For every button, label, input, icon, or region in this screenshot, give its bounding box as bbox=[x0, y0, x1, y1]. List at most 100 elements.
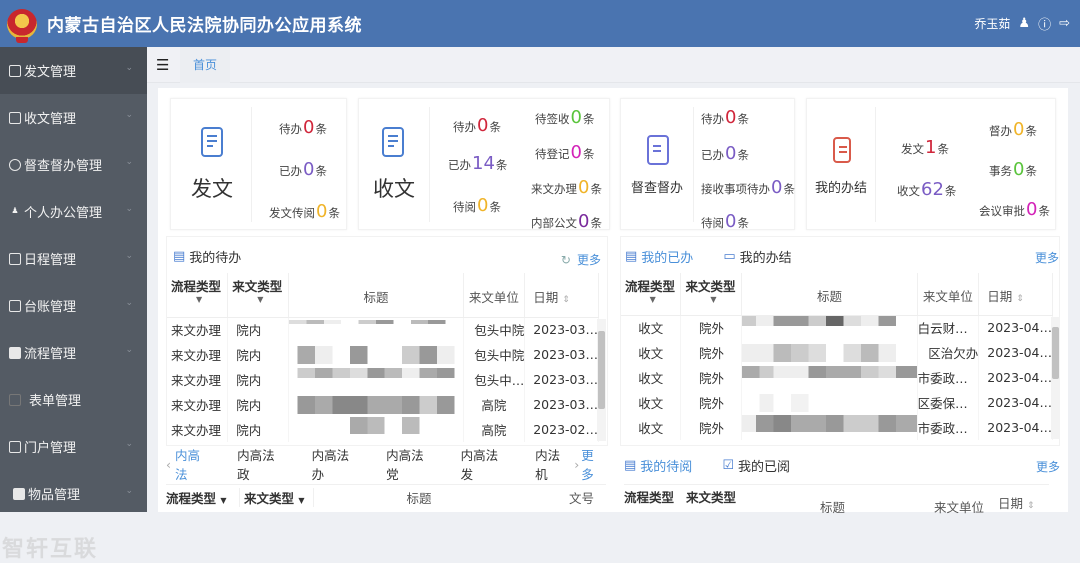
card-ducha[interactable]: 督查督办 待办0条 已办0条 接收事项待办0条 待阅0条 bbox=[620, 98, 795, 230]
more-link[interactable]: 更多 bbox=[1036, 458, 1060, 475]
redacted-title bbox=[288, 367, 464, 392]
chevron-down-icon: ⌄ bbox=[125, 110, 133, 120]
col-unit: 来文单位 bbox=[917, 273, 980, 316]
tab-my-done[interactable]: 我的已办 bbox=[641, 247, 693, 266]
table-row[interactable]: 来文办理 院内 包头中院 2023-03… bbox=[167, 342, 599, 367]
table-row[interactable]: 收文 院外 市委政… 2023-04… bbox=[621, 365, 1053, 390]
refresh-icon[interactable]: ↻ bbox=[561, 253, 571, 267]
stat-done[interactable]: 已办14条 bbox=[448, 153, 507, 174]
stat-to-read[interactable]: 待阅0条 bbox=[701, 211, 749, 229]
stat-done[interactable]: 已办0条 bbox=[279, 159, 327, 180]
card-title: 发文 bbox=[191, 177, 233, 201]
panel-todo: ▤ 我的待办 ↻ 更多 流程类型 ▼ 来文类型 ▼ 标题 来文单位 日期 ⇕ 来文办理院… bbox=[166, 236, 608, 446]
sidebar-item-portal[interactable]: 门户管理 ⌄ bbox=[0, 423, 147, 470]
col-title: 标题 bbox=[288, 273, 464, 318]
stat-affairs[interactable]: 事务0条 bbox=[989, 159, 1037, 180]
watermark: 智轩互联 bbox=[2, 537, 99, 562]
table-row[interactable]: 来文办理 院内 高院 2023-03… bbox=[167, 392, 599, 417]
more-link[interactable]: ↻ 更多 bbox=[561, 251, 601, 268]
col-date[interactable]: 日期 ⇕ bbox=[978, 273, 1053, 316]
stat-to-sign[interactable]: 待签收0条 bbox=[535, 107, 594, 128]
stat-duban[interactable]: 督办0条 bbox=[989, 119, 1037, 140]
inbox-icon bbox=[9, 111, 21, 124]
tab-next-icon[interactable]: › bbox=[574, 457, 579, 472]
stat-to-register[interactable]: 待登记0条 bbox=[535, 142, 594, 163]
table-row[interactable]: 收文 院外 区治欠办 2023-04… bbox=[621, 340, 1053, 365]
sidebar-item-goods[interactable]: 物品管理 ⌄ bbox=[0, 470, 147, 517]
col-flow-type[interactable]: 流程类型 ▼ bbox=[166, 488, 240, 507]
col-unit: 来文单位 bbox=[463, 273, 526, 318]
stat-incoming[interactable]: 来文办理0条 bbox=[531, 177, 602, 198]
more-link[interactable]: 更多 bbox=[581, 445, 606, 483]
stat-to-read[interactable]: 待阅0条 bbox=[453, 195, 501, 216]
user-icon[interactable]: ♟ bbox=[1018, 16, 1030, 31]
col-unit: 来文单位 bbox=[934, 500, 985, 515]
scrollbar[interactable] bbox=[597, 319, 606, 441]
table-row[interactable]: 来文办理 院内 包头中… 2023-03… bbox=[167, 367, 599, 392]
col-flow-type[interactable]: 流程类型 ▼ bbox=[167, 273, 229, 318]
stat-shouwen[interactable]: 收文62条 bbox=[897, 179, 956, 200]
tab-neigaofaban[interactable]: 内高法办 bbox=[312, 445, 362, 483]
form-icon bbox=[9, 393, 21, 406]
table-row[interactable]: 来文办理 院内 高院 2023-02… bbox=[167, 417, 599, 442]
stat-internal[interactable]: 内部公文0条 bbox=[531, 211, 602, 229]
col-flow-type[interactable]: 流程类型 ▼ bbox=[621, 273, 682, 316]
stat-meeting[interactable]: 会议审批0条 bbox=[979, 199, 1050, 220]
stat-pending[interactable]: 待办0条 bbox=[701, 107, 749, 128]
redacted-title bbox=[288, 417, 464, 442]
stat-circulate[interactable]: 发文传阅0条 bbox=[269, 201, 340, 222]
user-name[interactable]: 乔玉茹 bbox=[974, 15, 1010, 32]
table-row[interactable]: 收文 院外 市委政… 2023-04… bbox=[621, 415, 1053, 440]
sidebar-item-ducha[interactable]: 督查督办管理 ⌄ bbox=[0, 141, 147, 188]
sidebar-item-personal[interactable]: ♟ 个人办公管理 ⌄ bbox=[0, 188, 147, 235]
col-doc-type[interactable]: 来文类型 ▼ bbox=[227, 273, 290, 318]
col-doc-number: 文号 bbox=[568, 491, 594, 506]
chevron-down-icon: ⌄ bbox=[125, 439, 133, 449]
more-link[interactable]: 更多 bbox=[1035, 249, 1059, 266]
scrollbar[interactable] bbox=[1051, 317, 1060, 439]
sidebar-item-form[interactable]: 表单管理 bbox=[0, 376, 147, 423]
col-doc-type[interactable]: 来文类型 ▼ bbox=[240, 488, 314, 507]
col-doc-type[interactable]: 来文类型 ▼ bbox=[680, 273, 743, 316]
stat-pending[interactable]: 待办0条 bbox=[279, 117, 327, 138]
table-row[interactable]: 收文 院外 白云财… 2023-04… bbox=[621, 315, 1053, 340]
menu-toggle-icon[interactable]: ☰ bbox=[156, 56, 169, 74]
col-doc-type[interactable]: 来文类型 bbox=[686, 487, 736, 506]
ledger-icon bbox=[9, 299, 21, 312]
card-shouwen[interactable]: 收文 待办0条 已办14条 待阅0条 待签收0条 待登记0条 来文办理0条 内部… bbox=[358, 98, 610, 230]
chevron-down-icon: ⌄ bbox=[125, 63, 133, 73]
tab-home[interactable]: 首页 bbox=[180, 46, 231, 83]
tab-my-read[interactable]: 我的已阅 bbox=[738, 456, 790, 475]
info-icon[interactable]: ⓘ bbox=[1038, 14, 1051, 33]
col-date[interactable]: 日期 ⇕ bbox=[998, 493, 1035, 512]
sidebar-item-fawen[interactable]: 发文管理 ⌄ bbox=[0, 47, 147, 94]
col-flow-type[interactable]: 流程类型 bbox=[624, 487, 674, 506]
col-date[interactable]: 日期 ⇕ bbox=[524, 273, 599, 318]
card-fawen[interactable]: 发文 待办0条 已办0条 发文传阅0条 bbox=[170, 98, 347, 230]
tab-neifaji[interactable]: 内法机 bbox=[535, 445, 572, 483]
tab-neigaofafa[interactable]: 内高法发 bbox=[461, 445, 511, 483]
sidebar-item-flow[interactable]: 流程管理 ⌄ bbox=[0, 329, 147, 376]
tab-neigaofa[interactable]: 内高法 bbox=[175, 445, 212, 483]
sidebar-item-schedule[interactable]: 日程管理 ⌄ bbox=[0, 235, 147, 282]
stat-fawen[interactable]: 发文1条 bbox=[901, 137, 949, 158]
sidebar-item-shouwen[interactable]: 收文管理 ⌄ bbox=[0, 94, 147, 141]
logout-icon[interactable]: ⇨ bbox=[1059, 16, 1070, 31]
redacted-title bbox=[741, 365, 918, 390]
table-row[interactable]: 来文办理 院内 包头中院 2023-03… bbox=[167, 317, 599, 342]
card-title: 我的办结 bbox=[815, 181, 868, 196]
tab-neigaofazheng[interactable]: 内高法政 bbox=[237, 445, 287, 483]
tab-prev-icon[interactable]: ‹ bbox=[166, 457, 171, 472]
app-header: 内蒙古自治区人民法院协同办公应用系统 乔玉茹 ♟ ⓘ ⇨ bbox=[0, 0, 1080, 47]
tab-neigaofadang[interactable]: 内高法党 bbox=[386, 445, 436, 483]
stat-pending[interactable]: 待办0条 bbox=[453, 115, 501, 136]
sidebar-item-ledger[interactable]: 台账管理 ⌄ bbox=[0, 282, 147, 329]
stat-done[interactable]: 已办0条 bbox=[701, 143, 749, 164]
table-row[interactable]: 收文 院外 区委保… 2023-04… bbox=[621, 390, 1053, 415]
tab-my-finished[interactable]: 我的办结 bbox=[740, 247, 792, 266]
tab-my-pending-read[interactable]: 我的待阅 bbox=[640, 456, 692, 475]
col-title: 标题 bbox=[406, 491, 432, 506]
card-banjie[interactable]: 我的办结 发文1条 收文62条 督办0条 事务0条 会议审批0条 bbox=[806, 98, 1056, 230]
target-icon bbox=[9, 158, 21, 171]
stat-receive-pending[interactable]: 接收事项待办0条 bbox=[701, 177, 795, 198]
